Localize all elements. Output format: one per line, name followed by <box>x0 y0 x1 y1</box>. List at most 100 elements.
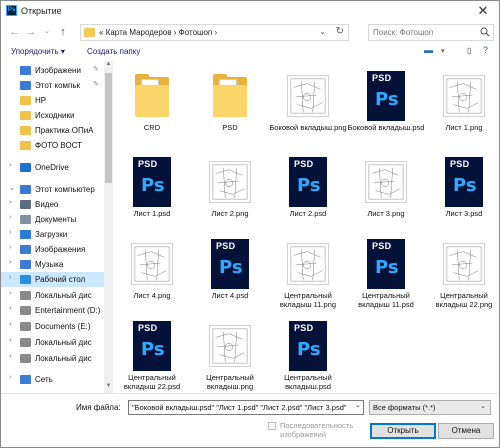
sidebar-item[interactable]: › Documents (E:) <box>1 319 104 334</box>
chevron-icon[interactable]: › <box>9 337 11 344</box>
sidebar-scrollbar[interactable]: ▲ ▼ <box>104 61 113 393</box>
file-item[interactable]: PSD Ps Лист 4.psd <box>191 231 269 303</box>
chevron-icon[interactable]: › <box>9 305 11 312</box>
file-item[interactable]: Лист 4.png <box>113 231 191 303</box>
chevron-icon[interactable]: › <box>9 214 11 221</box>
sidebar-item[interactable]: › Локальный дис <box>1 335 104 350</box>
chevron-icon[interactable]: ⌄ <box>9 184 15 192</box>
breadcrumb-item[interactable]: Фотошоп <box>179 28 213 37</box>
chevron-down-icon[interactable]: ⌄ <box>355 401 361 409</box>
file-item[interactable]: PSD Ps Лист 3.psd <box>425 149 500 221</box>
file-item[interactable]: Лист 3.png <box>347 149 425 221</box>
sidebar-item[interactable]: HP <box>1 93 104 108</box>
search-input[interactable]: Поиск: Фотошоп <box>373 28 433 37</box>
computer-icon <box>20 185 31 194</box>
file-item[interactable]: Лист 2.png <box>191 149 269 221</box>
cancel-button[interactable]: Отмена <box>438 423 494 439</box>
sidebar-item[interactable]: ⌄ Этот компьютер <box>1 182 104 197</box>
chevron-icon[interactable]: › <box>9 199 11 206</box>
chevron-icon[interactable]: › <box>9 244 11 251</box>
sidebar-item[interactable]: › Изображения <box>1 242 104 257</box>
chevron-down-icon[interactable]: ▾ <box>441 47 445 55</box>
sidebar-item[interactable]: › Музыка <box>1 257 104 272</box>
file-item[interactable]: PSD Ps Лист 1.psd <box>113 149 191 221</box>
photoshop-logo: Ps <box>297 175 321 196</box>
new-folder-button[interactable]: Создать папку <box>87 47 140 56</box>
file-name: Боковой вкладыш.png <box>269 123 347 132</box>
chevron-down-icon[interactable]: ⌄ <box>319 27 326 36</box>
open-button[interactable]: Открыть <box>370 423 436 439</box>
sidebar-item[interactable]: › Локальный дис <box>1 288 104 303</box>
sidebar-item-label: OneDrive <box>35 163 69 172</box>
preview-pane-icon[interactable]: ▯ <box>467 46 471 55</box>
file-item[interactable]: Центральный вкладыш 22.png <box>425 231 500 309</box>
image-sequence-checkbox[interactable] <box>268 422 276 430</box>
file-item[interactable]: PSD Ps Центральный вкладыш.psd <box>269 313 347 391</box>
sidebar-item[interactable]: Изображени ✎ <box>1 63 104 78</box>
file-item[interactable]: PSD Ps Центральный вкладыш 22.psd <box>113 313 191 391</box>
sidebar-item[interactable]: › Рабочий стол <box>1 272 104 287</box>
navigation-pane: Изображени ✎ Этот компьк ✎ HP Исходники Практи… <box>1 61 104 393</box>
breadcrumb[interactable]: « Карта Мародеров › Фотошоп › <box>99 28 217 37</box>
file-item[interactable]: PSD Ps Боковой вкладыш.psd <box>347 63 425 135</box>
sidebar-item[interactable]: › OneDrive <box>1 160 104 175</box>
chevron-icon[interactable]: › <box>9 162 11 169</box>
file-item[interactable]: Боковой вкладыш.png <box>269 63 347 135</box>
chevron-icon[interactable]: › <box>9 374 11 381</box>
psd-file-icon: PSD Ps <box>283 157 333 207</box>
chevron-icon[interactable]: › <box>9 259 11 266</box>
scroll-up-icon[interactable]: ▲ <box>104 61 113 71</box>
sidebar-item[interactable]: › Сеть <box>1 372 104 387</box>
file-item[interactable]: PSD Ps Лист 2.psd <box>269 149 347 221</box>
file-item[interactable]: Центральный вкладыш 11.png <box>269 231 347 309</box>
up-arrow-icon[interactable]: ↑ <box>57 25 69 39</box>
address-bar[interactable]: « Карта Мародеров › Фотошоп › ⌄ ↻ <box>80 24 349 41</box>
back-arrow-icon[interactable]: ← <box>9 25 21 39</box>
sidebar-item[interactable]: › Видео <box>1 197 104 212</box>
sidebar-item[interactable]: Исходники <box>1 108 104 123</box>
cloud-icon <box>20 163 31 172</box>
file-item[interactable]: Лист 1.png <box>425 63 500 135</box>
file-name: Лист 1.psd <box>133 209 171 218</box>
sidebar-item[interactable]: › Entertainment (D:) <box>1 303 104 318</box>
sidebar-item[interactable]: ФОТО ВОСТ <box>1 138 104 153</box>
organize-button[interactable]: Упорядочить ▾ <box>11 47 65 56</box>
search-box[interactable]: Поиск: Фотошоп <box>368 24 494 41</box>
file-item[interactable]: CRD <box>113 63 191 135</box>
sidebar-item-label: Сеть <box>35 375 53 384</box>
help-icon[interactable]: ? <box>483 45 488 55</box>
file-format-select[interactable]: Все форматы (*.*) ⌄ <box>369 400 491 415</box>
scrollbar-thumb[interactable] <box>105 73 112 183</box>
sidebar-item[interactable]: › Загрузки <box>1 227 104 242</box>
sidebar-item[interactable]: Практика ОПиА <box>1 123 104 138</box>
file-item[interactable]: PSD <box>191 63 269 135</box>
view-options-icon[interactable]: ▬ <box>424 45 433 55</box>
sidebar-item-label: Практика ОПиА <box>35 126 94 135</box>
map-drawing-icon <box>287 75 329 117</box>
image-sequence-label: Последовательность изображений <box>280 421 354 439</box>
forward-arrow-icon[interactable]: → <box>25 25 37 39</box>
file-item[interactable]: PSD Ps Центральный вкладыш 11.psd <box>347 231 425 309</box>
psd-tag: PSD <box>294 323 314 333</box>
scroll-down-icon[interactable]: ▼ <box>104 383 113 393</box>
psd-file-icon: PSD Ps <box>283 321 333 371</box>
file-name: Лист 3.psd <box>445 209 483 218</box>
chevron-icon[interactable]: › <box>9 353 11 360</box>
close-icon[interactable]: ✕ <box>473 3 493 19</box>
psd-tag: PSD <box>138 159 158 169</box>
psd-file-icon: PSD Ps <box>439 157 489 207</box>
sidebar-item-label: ФОТО ВОСТ <box>35 141 82 150</box>
downloads-icon <box>20 230 31 239</box>
file-item[interactable]: Центральный вкладыш.png <box>191 313 269 391</box>
breadcrumb-item[interactable]: Карта Мародеров <box>106 28 172 37</box>
filename-field[interactable]: "Боковой вкладыш.psd" "Лист 1.psd" "Лист… <box>128 400 364 415</box>
recent-dropdown-icon[interactable]: ⌄ <box>41 25 53 39</box>
sidebar-item[interactable]: › Документы <box>1 212 104 227</box>
sidebar-item[interactable]: Этот компьк ✎ <box>1 78 104 93</box>
chevron-icon[interactable]: › <box>9 229 11 236</box>
refresh-icon[interactable]: ↻ <box>336 26 344 37</box>
sidebar-item[interactable]: › Локальный дис <box>1 351 104 366</box>
chevron-icon[interactable]: › <box>9 321 11 328</box>
chevron-icon[interactable]: › <box>9 274 11 281</box>
chevron-icon[interactable]: › <box>9 290 11 297</box>
